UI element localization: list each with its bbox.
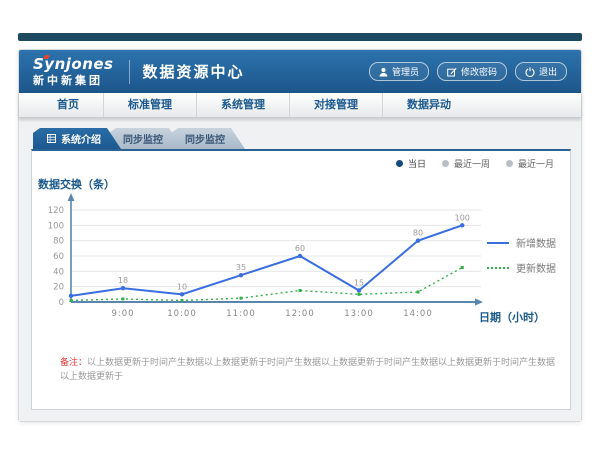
x-tick-label: 13:00 [344, 309, 374, 319]
content-panel: 系统介绍同步监控同步监控 当日最近一周最近一月 数据交换（条） 02040608… [31, 128, 571, 410]
footnote-prefix: 备注： [60, 358, 87, 368]
series-line-0 [71, 225, 462, 296]
grid-icon [47, 134, 56, 143]
data-point [357, 288, 361, 292]
header-user-actions: 管理员 修改密码 退出 [369, 62, 567, 81]
data-point-label: 18 [118, 276, 128, 285]
legend-label: 新增数据 [516, 235, 556, 250]
data-point [358, 293, 361, 296]
data-point [416, 238, 420, 242]
tab-label: 同步监控 [123, 131, 163, 146]
data-point [69, 294, 73, 298]
y-axis-arrow-icon [68, 193, 75, 201]
data-point-label: 80 [413, 229, 423, 238]
footnote: 备注：以上数据更新于时间产生数据以上数据更新于时间产生数据以上数据更新于时间产生… [60, 357, 556, 384]
data-point [181, 299, 184, 302]
data-point [461, 266, 464, 269]
logo-wordmark: Synjones [33, 57, 114, 72]
radio-icon [442, 160, 449, 167]
app-window: Synjones 新中新集团 数据资源中心 管理员修改密码退出 首页标准管理系统… [18, 49, 582, 422]
tab-0[interactable]: 系统介绍 [33, 128, 121, 149]
user-action-account-button[interactable]: 管理员 [369, 62, 429, 81]
window-top-strip [18, 33, 582, 41]
data-point [70, 299, 73, 302]
legend-line-sample [487, 267, 509, 269]
user-icon [379, 67, 388, 77]
data-point [240, 297, 243, 300]
data-point-label: 10 [177, 282, 187, 291]
data-point-label: 60 [295, 244, 305, 253]
app-header: Synjones 新中新集团 数据资源中心 管理员 修改密码 退出 [19, 50, 581, 93]
user-action-change-password-button[interactable]: 修改密码 [437, 62, 507, 81]
page-body: 系统介绍同步监控同步监控 当日最近一周最近一月 数据交换（条） 02040608… [19, 118, 581, 421]
chart-legend: 新增数据更新数据 [487, 235, 556, 275]
x-tick-label: 10:00 [167, 309, 197, 319]
page-title: 数据资源中心 [143, 61, 245, 82]
tab-label: 系统介绍 [61, 131, 101, 146]
data-point [417, 291, 420, 294]
edit-icon [447, 67, 457, 77]
x-axis-arrow-icon [475, 298, 483, 305]
chart-svg: 0 20 40 60 80 100 120 9:00 10:00 11:00 12:00 13:00 1… [39, 189, 509, 329]
time-filter-2[interactable]: 最近一月 [506, 157, 554, 170]
legend-line-sample [487, 242, 509, 244]
main-nav: 首页标准管理系统管理对接管理数据异动 [19, 93, 581, 118]
x-axis-title: 日期（小时） [479, 309, 545, 325]
data-point [298, 254, 302, 258]
radio-icon [396, 160, 403, 167]
data-point [239, 273, 243, 277]
legend-entry-0[interactable]: 新增数据 [487, 235, 556, 250]
time-filter-1[interactable]: 最近一周 [442, 157, 490, 170]
user-action-label: 修改密码 [461, 65, 497, 78]
user-action-label: 管理员 [392, 65, 419, 78]
series-line-1 [71, 268, 462, 301]
tab-label: 同步监控 [185, 131, 225, 146]
x-tick-label: 12:00 [285, 309, 315, 319]
y-tick-label: 0 [59, 298, 64, 308]
x-tick-label: 9:00 [111, 309, 134, 319]
tab-bar: 系统介绍 同步监控 同步监控 [31, 128, 571, 149]
y-tick-label: 40 [53, 267, 64, 277]
footnote-text: 以上数据更新于时间产生数据以上数据更新于时间产生数据以上数据更新于时间产生数据以… [60, 358, 555, 382]
logo-chinese-name: 新中新集团 [33, 75, 114, 86]
nav-item-3[interactable]: 对接管理 [290, 93, 383, 117]
tab-2[interactable]: 同步监控 [171, 128, 245, 149]
time-filter-group: 当日 最近一周 最近一月 [396, 157, 554, 170]
header-divider [129, 60, 130, 84]
legend-entry-1[interactable]: 更新数据 [487, 260, 556, 275]
time-filter-label: 最近一周 [454, 157, 490, 170]
y-tick-label: 120 [48, 206, 64, 216]
radio-icon [506, 160, 513, 167]
time-filter-0[interactable]: 当日 [396, 157, 426, 170]
legend-label: 更新数据 [516, 260, 556, 275]
data-point [121, 286, 125, 290]
x-tick-label: 14:00 [403, 309, 433, 319]
power-icon [525, 67, 535, 77]
y-tick-label: 60 [53, 252, 64, 262]
data-point-label: 35 [236, 263, 246, 272]
y-tick-label: 20 [53, 283, 64, 293]
y-tick-label: 100 [48, 221, 64, 231]
company-logo: Synjones 新中新集团 [33, 57, 114, 86]
data-point [122, 297, 125, 300]
user-action-label: 退出 [539, 65, 557, 78]
data-point [180, 292, 184, 296]
time-filter-label: 当日 [408, 157, 426, 170]
data-point [299, 289, 302, 292]
x-tick-label: 11:00 [226, 309, 256, 319]
chart-card: 当日最近一周最近一月 数据交换（条） 0204060801001209:0010… [31, 149, 571, 410]
data-point-label: 100 [455, 213, 470, 222]
data-point [460, 223, 464, 227]
y-tick-label: 80 [53, 237, 64, 247]
nav-item-0[interactable]: 首页 [33, 93, 104, 117]
user-action-logout-button[interactable]: 退出 [515, 62, 567, 81]
data-point-label: 15 [354, 279, 364, 288]
time-filter-label: 最近一月 [518, 157, 554, 170]
nav-item-4[interactable]: 数据异动 [383, 93, 475, 117]
nav-item-1[interactable]: 标准管理 [104, 93, 197, 117]
nav-item-2[interactable]: 系统管理 [197, 93, 290, 117]
